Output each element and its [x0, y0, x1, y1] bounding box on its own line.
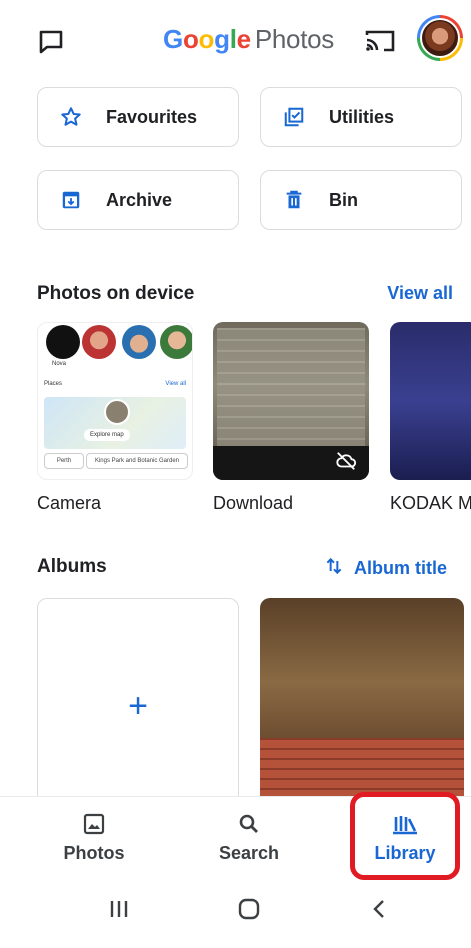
- nav-search[interactable]: Search: [209, 797, 289, 881]
- download-folder-thumbnail[interactable]: [213, 322, 369, 480]
- utilities-label: Utilities: [329, 106, 395, 127]
- logo-letter: G: [163, 24, 183, 54]
- download-folder-label: Download: [213, 493, 294, 513]
- utilities-button[interactable]: Utilities: [260, 87, 462, 147]
- logo-google-word: Google: [163, 24, 251, 54]
- album-cover-thumbnail[interactable]: [260, 598, 464, 808]
- favourites-label: Favourites: [106, 106, 198, 127]
- back-icon[interactable]: [364, 894, 394, 924]
- places-view-all: View all: [165, 381, 186, 387]
- library-highlight-annotation: [350, 792, 460, 880]
- favourites-button[interactable]: Favourites: [37, 87, 239, 147]
- photos-on-device-heading: Photos on device: [37, 283, 195, 304]
- account-avatar[interactable]: [417, 15, 463, 61]
- nav-photos[interactable]: Photos: [54, 797, 134, 881]
- logo-letter: o: [182, 24, 199, 54]
- albums-heading: Albums: [37, 556, 107, 577]
- document-photo: [217, 328, 365, 448]
- bin-label: Bin: [329, 189, 358, 210]
- google-photos-logo: Google Photos: [163, 24, 334, 55]
- system-navigation-bar: [0, 880, 471, 948]
- kodak-folder-thumbnail[interactable]: [390, 322, 471, 480]
- logo-letter: e: [236, 24, 251, 54]
- recent-apps-icon[interactable]: [104, 894, 134, 924]
- person-thumb: [160, 325, 192, 359]
- camera-folder-label: Camera: [37, 493, 102, 513]
- plus-icon: +: [128, 687, 148, 725]
- cast-icon[interactable]: [364, 27, 396, 55]
- nav-search-label: Search: [218, 843, 280, 863]
- archive-icon: [60, 189, 82, 211]
- cloud-off-icon: [335, 450, 357, 472]
- person-thumb: [46, 325, 80, 359]
- album-sort-button[interactable]: Album title: [324, 556, 447, 581]
- trash-icon: [283, 189, 305, 211]
- person-name: Nova: [52, 361, 67, 367]
- home-icon[interactable]: [234, 894, 264, 924]
- archive-label: Archive: [106, 189, 173, 210]
- logo-letter: g: [214, 24, 230, 54]
- person-thumb: [82, 325, 116, 359]
- kodak-folder-label: KODAK M: [390, 493, 471, 513]
- person-thumb: [122, 325, 156, 359]
- star-icon: [60, 106, 82, 128]
- view-all-link[interactable]: View all: [387, 283, 453, 304]
- search-icon: [236, 811, 262, 837]
- places-label: Places: [44, 381, 63, 387]
- sort-icon: [324, 556, 344, 581]
- map-photo-pin: [104, 399, 130, 425]
- places-map: Explore map: [44, 397, 186, 449]
- logo-letter: o: [198, 24, 215, 54]
- logo-letter: l: [229, 24, 237, 54]
- place-chip: Kings Park and Botanic Garden: [86, 453, 188, 469]
- place-chip: Perth: [44, 453, 84, 469]
- album-sort-label: Album title: [354, 558, 447, 578]
- new-album-button[interactable]: +: [37, 598, 239, 808]
- archive-button[interactable]: Archive: [37, 170, 239, 230]
- messages-icon[interactable]: [36, 26, 66, 56]
- logo-product-name: Photos: [254, 24, 334, 54]
- bin-button[interactable]: Bin: [260, 170, 462, 230]
- explore-map-chip: Explore map: [84, 429, 130, 441]
- camera-folder-thumbnail[interactable]: Nova Places View all Explore map Perth K…: [37, 322, 193, 480]
- checklist-icon: [283, 106, 305, 128]
- photo-icon: [81, 811, 107, 837]
- avatar-photo: [420, 18, 460, 58]
- top-app-bar: Google Photos: [0, 0, 471, 80]
- nav-photos-label: Photos: [63, 843, 125, 863]
